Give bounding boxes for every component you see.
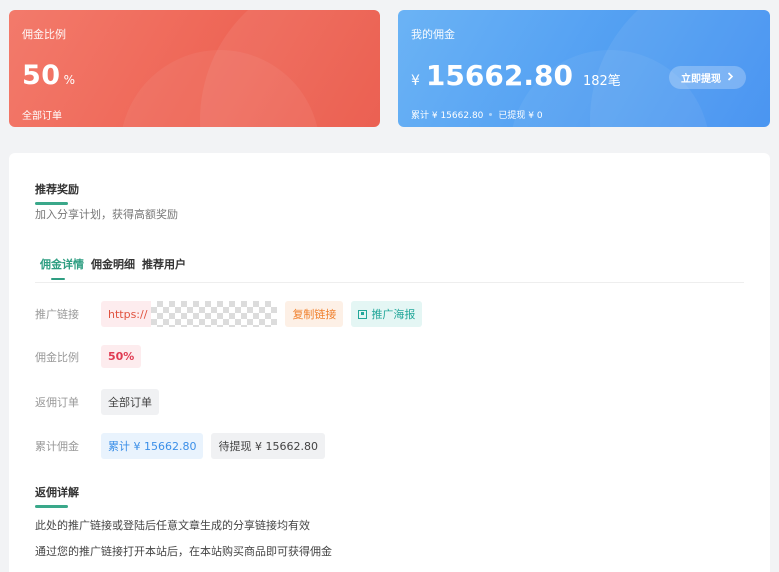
promo-link-label: 推广链接 [35,308,79,321]
rate-unit: % [63,73,76,87]
orders-row: 返佣订单 全部订单 [35,389,167,415]
promo-poster-label: 推广海报 [371,308,416,321]
commission-stats: 累计 ¥ 15662.80 已提现 ¥ 0 [411,108,543,121]
my-commission-card: 我的佣金 ¥ 15662.80 182笔 累计 ¥ 15662.80 已提现 ¥… [398,10,770,127]
promo-link-row: 推广链接 https:// 复制链接 推广海报 [35,301,430,327]
section-subtitle: 加入分享计划，获得高额奖励 [35,208,178,221]
commission-amount: 15662.80 [425,59,573,92]
commission-card-title: 我的佣金 [411,28,455,41]
withdraw-button[interactable]: 立即提现 [669,66,746,89]
referral-panel: 推荐奖励 加入分享计划，获得高额奖励 佣金详情 佣金明细 推荐用户 推广链接 h… [9,153,770,572]
redacted-link [151,301,278,327]
tabs-divider [35,282,744,283]
total-commission-row: 累计佣金 累计 ¥ 15662.80 待提现 ¥ 15662.80 [35,433,333,459]
section-title: 推荐奖励 [35,181,79,205]
qr-code-icon [358,309,368,319]
commission-count: 182笔 [582,74,621,89]
separator-dot [489,113,493,116]
commission-rate-card: 佣金比例 50% 全部订单 [9,10,380,127]
rules-title-underline [35,505,68,508]
withdrawn-amount: 已提现 ¥ 0 [498,111,543,121]
rate-badge: 50% [101,345,142,368]
rules-title-text: 返佣详解 [35,486,79,499]
copy-link-button[interactable]: 复制链接 [285,301,344,327]
tab-commission-details[interactable]: 佣金详情 [40,256,84,280]
rule-line: 此处的推广链接或登陆后任意文章生成的分享链接均有效 [35,519,310,532]
promo-poster-button[interactable]: 推广海报 [351,301,423,327]
section-title-underline [35,202,68,205]
rate-label: 佣金比例 [35,350,79,364]
promo-link-text: https:// [108,307,148,321]
withdraw-button-label: 立即提现 [681,74,721,85]
commission-amount-row: ¥ 15662.80 182笔 [411,59,621,92]
promo-link-value[interactable]: https:// [101,301,278,327]
currency-symbol: ¥ [411,73,420,89]
rate-number: 50 [22,60,61,91]
orders-label: 返佣订单 [35,396,79,409]
rule-line: 通过您的推广链接打开本站后，在本站购买商品即可获得佣金 [35,545,332,558]
tab-commission-records[interactable]: 佣金明细 [91,256,135,280]
total-commission-badge: 累计 ¥ 15662.80 [101,433,204,459]
rate-row: 佣金比例 50% [35,345,149,368]
total-commission-label: 累计佣金 [35,440,79,453]
tab-referred-users[interactable]: 推荐用户 [142,256,186,280]
total-commission: 累计 ¥ 15662.80 [411,111,484,121]
rate-card-subtitle: 全部订单 [22,111,62,122]
section-title-text: 推荐奖励 [35,183,79,196]
chevron-right-icon [727,71,734,84]
commission-tabs: 佣金详情 佣金明细 推荐用户 [40,256,186,280]
pending-withdrawal-badge: 待提现 ¥ 15662.80 [211,433,325,459]
rate-card-title: 佣金比例 [22,28,66,41]
orders-badge: 全部订单 [101,389,159,415]
rules-title: 返佣详解 [35,484,79,508]
rate-value: 50% [22,60,75,91]
